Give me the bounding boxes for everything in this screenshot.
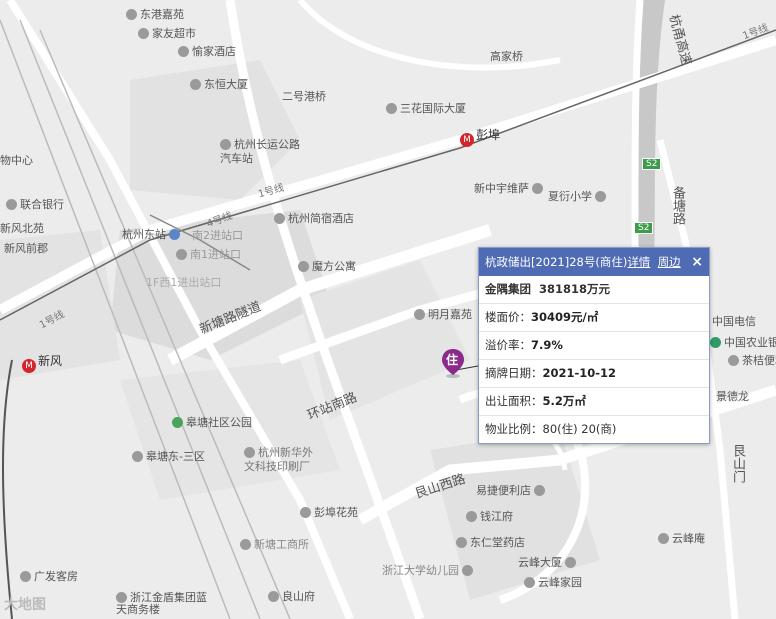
poi[interactable]: 1F西1进出站口	[146, 276, 221, 290]
poi-icon	[462, 565, 473, 576]
poi[interactable]: 中国电信	[712, 315, 756, 329]
poi-icon	[138, 28, 149, 39]
poi[interactable]: 魔方公寓	[298, 260, 356, 274]
poi[interactable]: 钱江府	[466, 510, 513, 524]
poi-icon	[466, 511, 477, 522]
poi[interactable]: 杭州长运公路汽车站	[220, 138, 300, 166]
poi[interactable]: 东港嘉苑	[126, 8, 184, 22]
poi[interactable]: 明月嘉苑	[414, 308, 472, 322]
map-logo: 大地图	[4, 597, 46, 613]
poi[interactable]: 云峰大厦	[518, 556, 579, 570]
close-icon[interactable]: ×	[691, 248, 703, 276]
poi[interactable]: 中国农业银行	[710, 336, 776, 350]
nearby-link[interactable]: 周边	[658, 255, 681, 269]
poi-icon	[298, 261, 309, 272]
poi-icon	[244, 447, 255, 458]
poi-icon	[532, 183, 543, 194]
popup-row-ratio: 物业比例：80(住) 20(商)	[485, 422, 617, 436]
metro-icon: M	[460, 133, 474, 147]
poi[interactable]: 广发客房	[20, 570, 78, 584]
poi-icon	[240, 539, 251, 550]
park-icon	[172, 417, 183, 428]
poi-icon	[20, 571, 31, 582]
poi-icon	[456, 537, 467, 548]
popup-row-company: 金隅集团 381818万元	[479, 276, 709, 304]
poi[interactable]: 家友超市	[138, 27, 196, 41]
metro-station-xinfeng[interactable]: M 新风	[22, 352, 62, 373]
marker-label: 住	[446, 353, 459, 367]
poi[interactable]: 夏衍小学	[548, 190, 609, 204]
poi-label: 二号港桥	[282, 90, 326, 103]
poi[interactable]: 云峰家园	[524, 576, 582, 590]
poi[interactable]: 新中宇维萨	[474, 182, 546, 196]
poi[interactable]: 新塘工商所	[240, 538, 309, 552]
poi[interactable]: 三花国际大厦	[386, 102, 466, 116]
popup-row-premium: 溢价率：7.9%	[479, 332, 709, 360]
poi-icon	[524, 577, 535, 588]
metro-station-pengbu[interactable]: M 彭埠	[460, 126, 500, 147]
poi[interactable]: 茶桔便利	[728, 354, 776, 368]
poi[interactable]: 杭州简宿酒店	[274, 212, 354, 226]
popup-title: 杭政储出[2021]28号(商住)	[485, 255, 628, 269]
poi[interactable]: 愉家酒店	[178, 45, 236, 59]
poi[interactable]: 南2进站口	[192, 229, 243, 243]
poi-label: 新风前郡	[4, 242, 48, 255]
poi[interactable]: 杭州东站	[122, 228, 183, 242]
poi-icon	[220, 139, 231, 150]
poi[interactable]: 浙江大学幼儿园	[382, 564, 476, 578]
info-popup: 杭政储出[2021]28号(商住)详情 周边 × 金隅集团 381818万元 楼…	[478, 247, 710, 444]
poi[interactable]: 易捷便利店	[476, 484, 548, 498]
poi[interactable]: 浙江金盾集团蓝天商务楼	[116, 592, 212, 616]
poi-label: 物中心	[0, 154, 33, 167]
poi-icon	[178, 46, 189, 57]
poi[interactable]: 杭州新华外文科技印刷厂	[244, 446, 314, 474]
poi-icon	[274, 213, 285, 224]
poi-label: 新风北苑	[0, 222, 44, 235]
popup-row-floor-price: 楼面价：30409元/㎡	[479, 304, 709, 332]
bank-icon	[710, 337, 721, 348]
poi-icon	[414, 309, 425, 320]
detail-link[interactable]: 详情	[627, 255, 650, 269]
poi[interactable]: 皋塘东-三区	[132, 450, 205, 464]
poi-icon	[534, 485, 545, 496]
poi-icon	[658, 533, 669, 544]
poi-icon	[300, 507, 311, 518]
popup-header: 杭政储出[2021]28号(商住)详情 周边 ×	[479, 248, 709, 276]
poi-icon	[190, 79, 201, 90]
poi-label: 高家桥	[490, 50, 523, 63]
metro-icon: M	[22, 359, 36, 373]
poi[interactable]: 皋塘社区公园	[172, 416, 252, 430]
poi-icon	[6, 199, 17, 210]
poi-label: 景德龙	[716, 390, 749, 403]
popup-row-date: 摘牌日期：2021-10-12	[479, 360, 709, 388]
poi-icon	[565, 557, 576, 568]
poi-icon	[728, 355, 739, 366]
highway-shield: S2	[642, 158, 662, 170]
poi-icon	[595, 191, 606, 202]
road-label-genshan-gate: 艮山门	[730, 444, 745, 483]
poi-icon	[116, 592, 127, 603]
highway-shield: S2	[634, 222, 654, 234]
poi[interactable]: 良山府	[268, 590, 315, 604]
poi-icon	[268, 591, 279, 602]
poi[interactable]: 南1进站口	[176, 248, 241, 262]
poi[interactable]: 云峰庵	[658, 532, 705, 546]
land-parcel-marker[interactable]: 住	[442, 349, 464, 383]
poi-icon	[132, 451, 143, 462]
rail-station-icon	[169, 229, 180, 240]
road-label-gedang: 备塘路	[670, 186, 685, 225]
poi[interactable]: 彭埠花苑	[300, 506, 358, 520]
poi[interactable]: 东恒大厦	[190, 78, 248, 92]
poi[interactable]: 东仁堂药店	[456, 536, 525, 550]
poi-icon	[386, 103, 397, 114]
poi-icon	[126, 9, 137, 20]
poi-icon	[176, 249, 187, 260]
popup-row-area: 出让面积：5.2万㎡	[479, 388, 709, 416]
poi[interactable]: 联合银行	[6, 198, 64, 212]
